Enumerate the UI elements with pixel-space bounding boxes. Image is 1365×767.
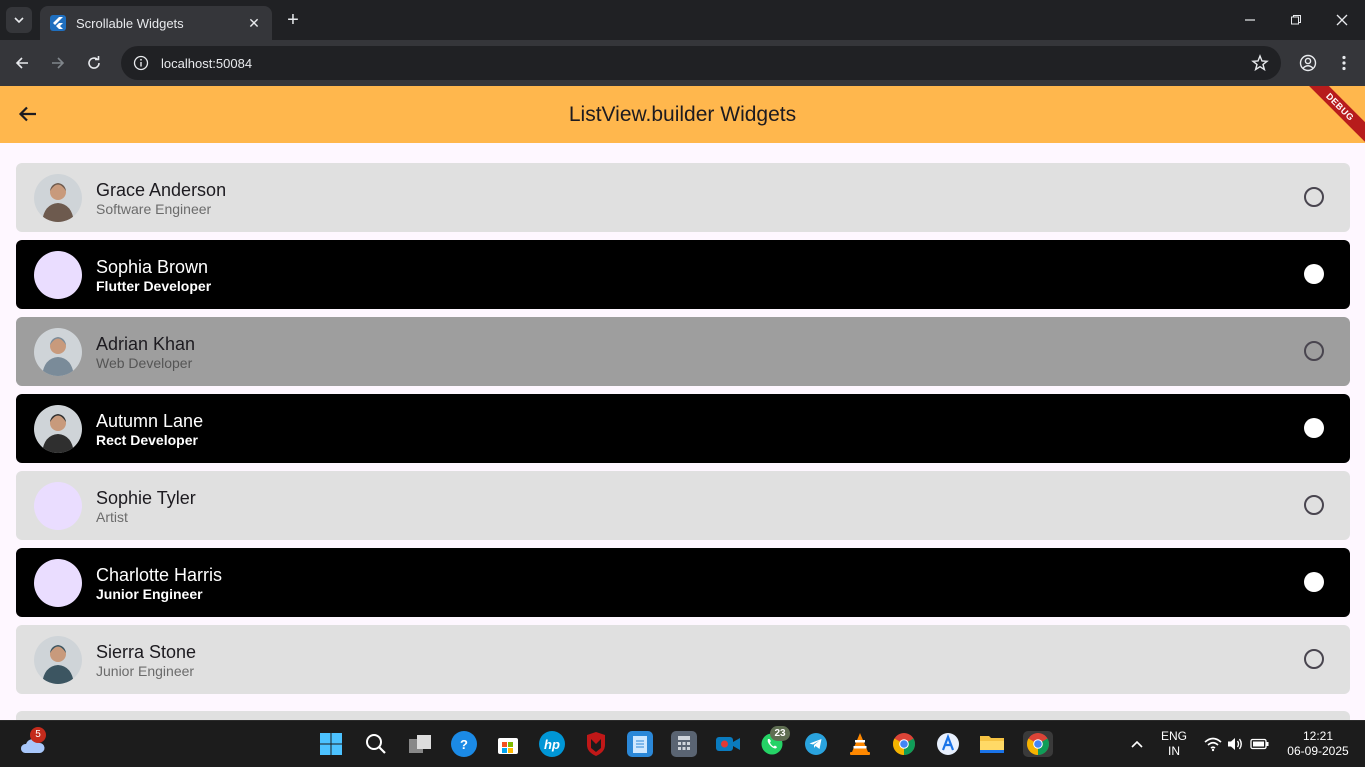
- list-item[interactable]: Sierra Stone Junior Engineer: [16, 625, 1350, 694]
- person-name: Autumn Lane: [96, 411, 204, 431]
- browser-tab[interactable]: Scrollable Widgets ✕: [40, 6, 272, 40]
- search-icon[interactable]: [363, 731, 389, 757]
- tab-close-icon[interactable]: ✕: [246, 15, 262, 32]
- language-region: IN: [1168, 744, 1180, 758]
- app-bar: ListView.builder Widgets DEBUG: [0, 86, 1365, 151]
- avatar: [34, 174, 82, 222]
- avatar: [34, 482, 82, 530]
- person-name: Charlotte Harris: [96, 565, 223, 585]
- person-role: Junior Engineer: [96, 586, 203, 602]
- minimize-button[interactable]: [1227, 0, 1273, 40]
- language-indicator[interactable]: ENG IN: [1158, 729, 1190, 759]
- close-icon: [1336, 14, 1348, 26]
- avatar: [34, 251, 82, 299]
- chrome-active-icon[interactable]: [1023, 731, 1053, 757]
- windows-taskbar: 5 ? hp 23 ENG IN 12:21 06-09-2025: [0, 720, 1365, 767]
- more-vert-icon: [1342, 55, 1346, 71]
- list-item[interactable]: Sophie Tyler Artist: [16, 471, 1350, 540]
- person-name: Adrian Khan: [96, 334, 196, 354]
- clock[interactable]: 12:21 06-09-2025: [1278, 729, 1358, 759]
- radio-unselected-icon[interactable]: [1304, 495, 1324, 515]
- page-title: ListView.builder Widgets: [568, 103, 797, 126]
- reload-icon: [88, 56, 100, 69]
- windows-start-icon[interactable]: [318, 731, 344, 757]
- reload-button[interactable]: [82, 51, 106, 75]
- translate-app-icon[interactable]: [935, 731, 961, 757]
- chrome-icon[interactable]: [891, 731, 917, 757]
- tab-search-button[interactable]: [6, 7, 32, 33]
- language-code: ENG: [1160, 729, 1187, 743]
- arrow-right-icon: [52, 57, 65, 69]
- avatar: [34, 328, 82, 376]
- person-name: Grace Anderson: [96, 180, 227, 200]
- whatsapp-icon[interactable]: 23: [759, 726, 790, 757]
- list-item[interactable]: Autumn Lane Rect Developer: [16, 394, 1350, 463]
- minimize-icon: [1245, 19, 1255, 21]
- weather-badge: 5: [30, 727, 46, 743]
- avatar: [34, 636, 82, 684]
- chevron-up-icon[interactable]: [1124, 731, 1150, 757]
- person-name: Sophie Tyler: [96, 488, 196, 508]
- radio-selected-icon[interactable]: [1304, 418, 1324, 438]
- bookmark-star-icon[interactable]: [1251, 54, 1269, 72]
- new-tab-button[interactable]: +: [282, 9, 304, 31]
- video-recorder-icon[interactable]: [715, 731, 741, 757]
- list-item[interactable]: Grace Anderson Software Engineer: [16, 163, 1350, 232]
- restore-icon: [1291, 15, 1301, 25]
- browser-toolbar: localhost:50084: [0, 40, 1365, 86]
- radio-unselected-icon[interactable]: [1304, 341, 1324, 361]
- person-role: Flutter Developer: [96, 278, 212, 294]
- person-role: Rect Developer: [96, 432, 198, 448]
- person-role: Software Engineer: [96, 201, 212, 217]
- site-info-icon[interactable]: [133, 55, 149, 71]
- task-view-icon[interactable]: [407, 731, 433, 757]
- arrow-left-icon: [15, 57, 28, 69]
- browser-menu-button[interactable]: [1332, 51, 1356, 75]
- telegram-icon[interactable]: [803, 731, 829, 757]
- person-role: Junior Engineer: [96, 663, 195, 679]
- app-viewport: ListView.builder Widgets DEBUG Grace And…: [0, 86, 1365, 720]
- list-item[interactable]: Sophia Brown Flutter Developer: [16, 240, 1350, 309]
- person-role: Web Developer: [96, 355, 193, 371]
- help-icon[interactable]: ?: [451, 731, 477, 757]
- calculator-icon[interactable]: [671, 731, 697, 757]
- radio-selected-icon[interactable]: [1304, 572, 1324, 592]
- radio-unselected-icon[interactable]: [1304, 187, 1324, 207]
- mcafee-icon[interactable]: [583, 731, 609, 757]
- person-name: Sierra Stone: [96, 642, 197, 662]
- person-name: Sophia Brown: [96, 257, 209, 277]
- clock-date: 06-09-2025: [1287, 744, 1349, 758]
- weather-widget-icon[interactable]: 5: [18, 727, 46, 755]
- profile-icon: [1299, 54, 1317, 72]
- url-text: localhost:50084: [161, 55, 253, 71]
- whatsapp-badge: 23: [770, 726, 790, 741]
- list-item[interactable]: Charlotte Harris Junior Engineer: [16, 548, 1350, 617]
- flutter-favicon-icon: [50, 15, 66, 31]
- browser-tabstrip: Scrollable Widgets ✕ +: [0, 0, 1365, 40]
- avatar: [34, 559, 82, 607]
- avatar: [34, 405, 82, 453]
- clock-time: 12:21: [1302, 729, 1334, 743]
- restore-button[interactable]: [1273, 0, 1319, 40]
- file-explorer-icon[interactable]: [979, 731, 1005, 757]
- list-item[interactable]: Adrian Khan Web Developer: [16, 317, 1350, 386]
- hp-icon[interactable]: hp: [539, 731, 565, 757]
- back-nav-button[interactable]: [10, 51, 34, 75]
- close-window-button[interactable]: [1319, 0, 1365, 40]
- battery-icon[interactable]: [1247, 731, 1273, 757]
- tab-title: Scrollable Widgets: [76, 15, 184, 31]
- notepad-icon[interactable]: [627, 731, 653, 757]
- address-bar[interactable]: localhost:50084: [121, 46, 1281, 80]
- person-role: Artist: [96, 509, 128, 525]
- radio-selected-icon[interactable]: [1304, 264, 1324, 284]
- forward-nav-button[interactable]: [46, 51, 70, 75]
- vlc-icon[interactable]: [847, 731, 873, 757]
- list-item-partial[interactable]: [16, 711, 1350, 720]
- microsoft-store-icon[interactable]: [495, 731, 521, 757]
- person-list: Grace Anderson Software Engineer Sophia Br…: [16, 163, 1350, 702]
- volume-icon[interactable]: [1222, 731, 1248, 757]
- radio-unselected-icon[interactable]: [1304, 649, 1324, 669]
- profile-button[interactable]: [1296, 51, 1320, 75]
- chevron-down-icon: [14, 17, 24, 24]
